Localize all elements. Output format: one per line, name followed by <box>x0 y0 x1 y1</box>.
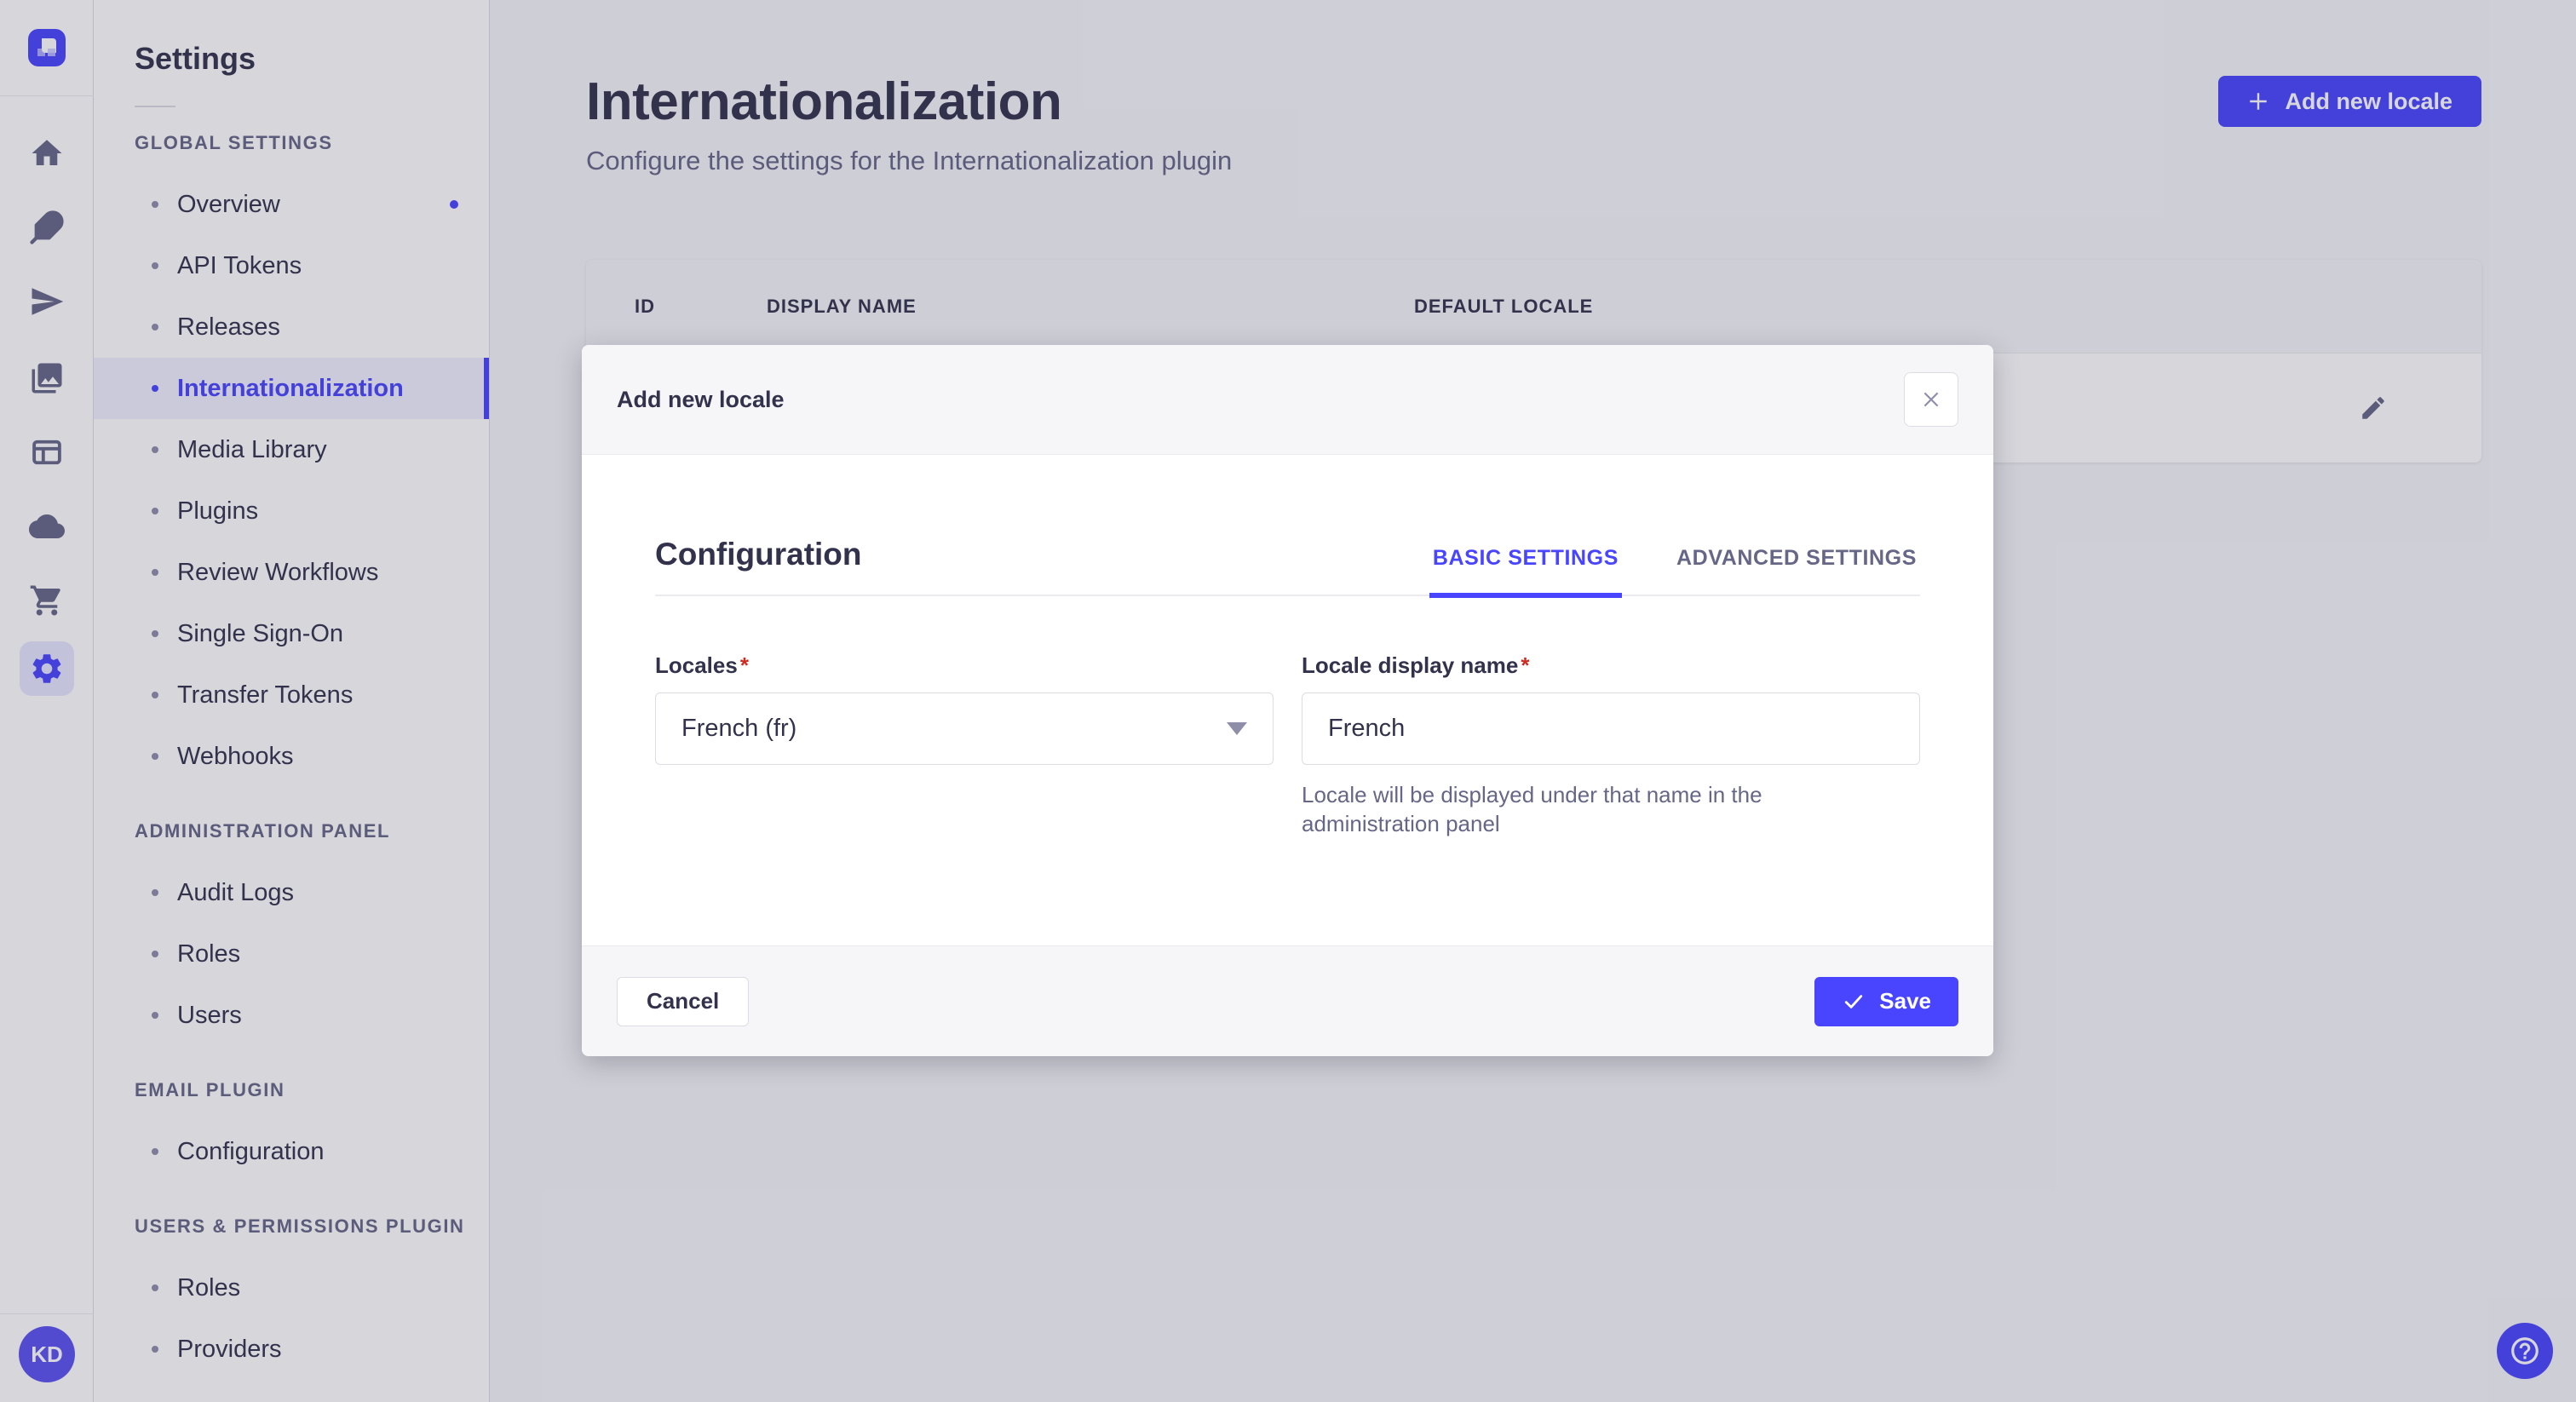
modal-title: Add new locale <box>617 386 785 412</box>
add-locale-modal: Add new locale Configuration BASIC SETTI… <box>582 345 1993 1056</box>
cancel-button[interactable]: Cancel <box>617 976 750 1026</box>
close-modal-button[interactable] <box>1904 372 1958 427</box>
locale-form: Locales * French (fr) Locale display name… <box>655 652 1920 838</box>
modal-header: Add new locale <box>582 345 1993 455</box>
display-name-helper-text: Locale will be displayed under that name… <box>1302 782 1762 836</box>
display-name-input[interactable] <box>1302 692 1920 765</box>
tab-basic-settings[interactable]: BASIC SETTINGS <box>1429 546 1623 598</box>
configuration-title: Configuration <box>655 537 862 572</box>
locales-select[interactable]: French (fr) <box>655 692 1274 765</box>
caret-down-icon <box>1227 722 1247 735</box>
configuration-header-row: Configuration BASIC SETTINGS ADVANCED SE… <box>655 537 1920 598</box>
modal-body: Configuration BASIC SETTINGS ADVANCED SE… <box>582 455 1993 945</box>
display-name-label: Locale display name * <box>1302 652 1529 678</box>
locales-select-value: French (fr) <box>681 715 797 742</box>
check-icon <box>1845 994 1863 1008</box>
locales-label: Locales * <box>655 652 749 678</box>
locales-label-text: Locales <box>655 652 738 678</box>
save-button[interactable]: Save <box>1814 976 1958 1026</box>
modal-footer: Cancel Save <box>582 945 1993 1056</box>
required-asterisk: * <box>739 652 749 678</box>
tab-advanced-settings[interactable]: ADVANCED SETTINGS <box>1673 546 1920 598</box>
locales-field-group: Locales * French (fr) <box>655 652 1274 838</box>
display-name-label-text: Locale display name <box>1302 652 1519 678</box>
save-button-label: Save <box>1879 988 1931 1014</box>
close-icon <box>1923 392 1939 407</box>
required-asterisk: * <box>1521 652 1530 678</box>
display-name-field-group: Locale display name* Locale will be disp… <box>1302 652 1920 838</box>
settings-tabs: BASIC SETTINGS ADVANCED SETTINGS <box>1429 546 1920 598</box>
